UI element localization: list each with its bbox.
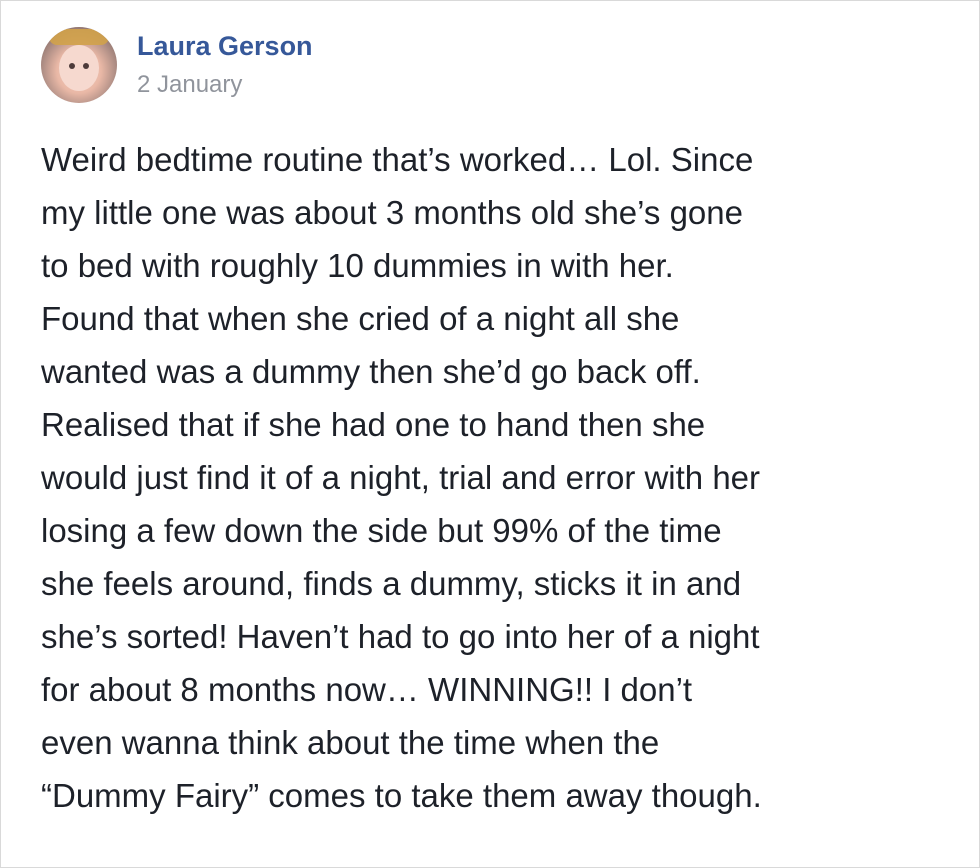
post-body-line: my little one was about 3 months old she… [41,194,743,231]
post-body-line: losing a few down the side but 99% of th… [41,512,722,549]
post-meta: Laura Gerson 2 January [137,30,313,100]
post-body-line: to bed with roughly 10 dummies in with h… [41,247,674,284]
post-header: Laura Gerson 2 January [41,25,313,105]
post-body-line: even wanna think about the time when the [41,724,660,761]
post-body: Weird bedtime routine that’s worked… Lol… [41,133,951,822]
post-body-line: she’s sorted! Haven’t had to go into her… [41,618,760,655]
author-name[interactable]: Laura Gerson [137,30,313,62]
post-body-line: “Dummy Fairy” comes to take them away th… [41,777,762,814]
post-body-line: for about 8 months now… WINNING!! I don’… [41,671,693,708]
post-body-line: wanted was a dummy then she’d go back of… [41,353,701,390]
post-body-line: she feels around, finds a dummy, sticks … [41,565,742,602]
avatar-right-eye-shape [83,63,89,69]
avatar-left-eye-shape [69,63,75,69]
post-card: Laura Gerson 2 January Weird bedtime rou… [0,0,980,868]
post-body-line: Realised that if she had one to hand the… [41,406,706,443]
avatar-hat-shape [49,29,109,45]
post-date[interactable]: 2 January [137,70,313,100]
post-body-line: Weird bedtime routine that’s worked… Lol… [41,141,754,178]
post-body-line: would just find it of a night, trial and… [41,459,761,496]
avatar[interactable] [41,27,117,103]
avatar-face-shape [59,45,99,91]
post-body-line: Found that when she cried of a night all… [41,300,680,337]
